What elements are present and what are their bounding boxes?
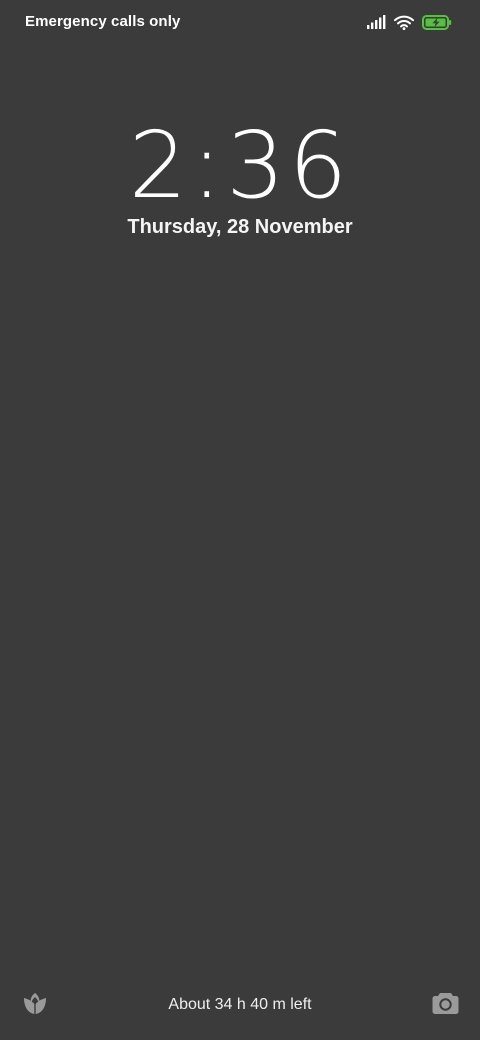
bottom-bar: About 34 h 40 m left bbox=[0, 970, 480, 1040]
status-icons bbox=[367, 12, 452, 32]
lock-clock: 2:36 bbox=[128, 112, 352, 219]
battery-estimate: About 34 h 40 m left bbox=[168, 996, 312, 1013]
battery-charging-icon bbox=[422, 14, 452, 30]
lock-date: Thursday, 28 November bbox=[127, 216, 353, 238]
carrier-text: Emergency calls only bbox=[25, 13, 181, 30]
wifi-icon bbox=[394, 15, 414, 30]
status-bar: Emergency calls only bbox=[0, 0, 480, 44]
signal-bars-icon bbox=[367, 15, 386, 29]
camera-icon[interactable] bbox=[432, 991, 459, 1015]
